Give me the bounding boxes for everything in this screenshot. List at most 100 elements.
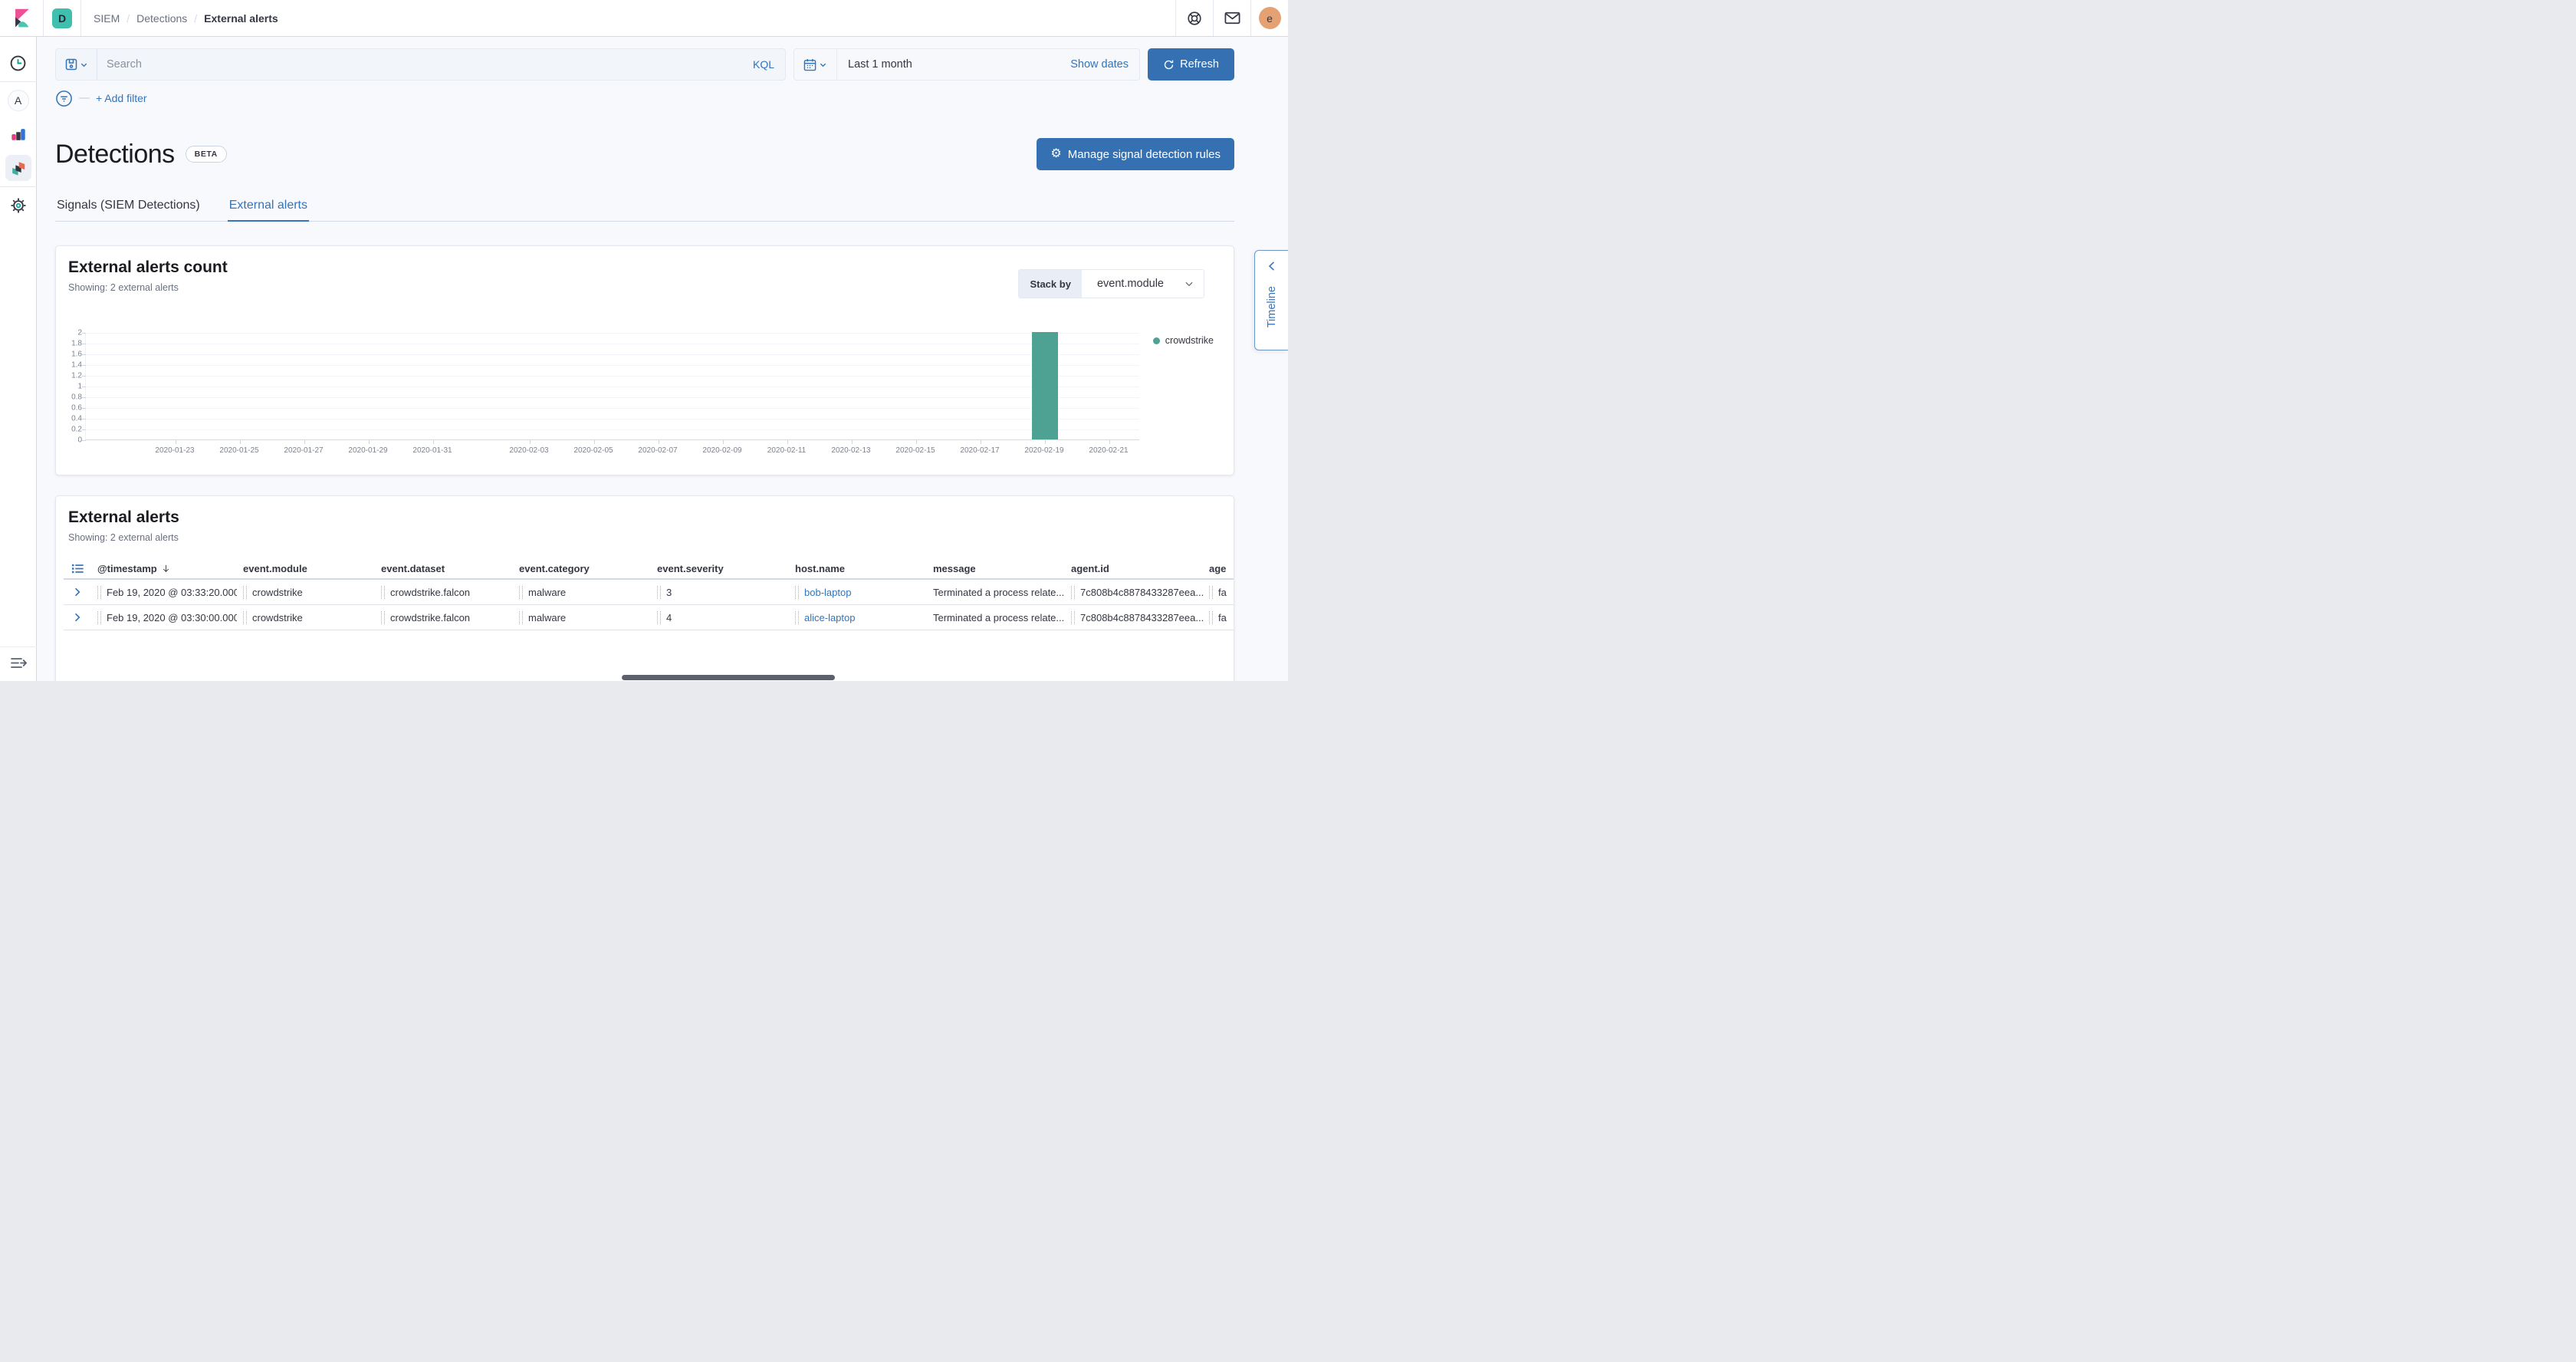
column-header-timestamp[interactable]: @timestamp xyxy=(91,563,237,574)
cell-value: fa xyxy=(1218,612,1227,623)
x-axis-tick xyxy=(916,440,917,444)
cell-event-severity: 4 xyxy=(651,611,789,624)
menu-arrow-icon xyxy=(9,656,28,671)
host-name-link[interactable]: bob-laptop xyxy=(804,587,851,598)
x-axis-label-2020-01-27: 2020-01-27 xyxy=(284,446,323,455)
show-dates-button[interactable]: Show dates xyxy=(1060,58,1139,71)
search-box: KQL xyxy=(55,48,786,81)
timeline-flyout-button[interactable]: Timeline xyxy=(1254,250,1288,350)
drag-handle[interactable] xyxy=(97,586,101,599)
column-header-host-name[interactable]: host.name xyxy=(789,563,927,574)
x-axis-label-2020-02-19: 2020-02-19 xyxy=(1024,446,1063,455)
column-header-age[interactable]: age xyxy=(1203,563,1234,574)
stack-by-select[interactable]: event.module xyxy=(1082,270,1204,298)
chevron-down-icon xyxy=(819,61,827,69)
y-axis-label-1.2: 1.2 xyxy=(59,372,82,380)
chevron-right-icon xyxy=(71,586,84,598)
help-button[interactable] xyxy=(1176,0,1213,36)
column-header-agent-id[interactable]: agent.id xyxy=(1065,563,1203,574)
filter-circle-icon[interactable] xyxy=(55,90,73,107)
drag-handle[interactable] xyxy=(243,611,247,624)
chevron-down-icon xyxy=(80,61,88,69)
chart-bar-crowdstrike[interactable] xyxy=(1032,332,1058,439)
external-alerts-count-panel: External alerts count Showing: 2 externa… xyxy=(55,245,1234,475)
drag-handle[interactable] xyxy=(795,586,799,599)
drag-handle[interactable] xyxy=(1071,586,1075,599)
gridline xyxy=(86,397,1139,398)
tab-signals[interactable]: Signals (SIEM Detections) xyxy=(55,192,202,221)
main-content: KQL Last 1 month Show dates R xyxy=(37,37,1288,681)
x-axis-label-2020-02-13: 2020-02-13 xyxy=(831,446,870,455)
refresh-button[interactable]: Refresh xyxy=(1148,48,1234,81)
drag-handle[interactable] xyxy=(97,611,101,624)
add-filter-button[interactable]: + Add filter xyxy=(96,92,147,104)
cell-value: Feb 19, 2020 @ 03:30:00.000 xyxy=(107,612,237,623)
nav-app-visualize[interactable] xyxy=(0,117,37,151)
drag-handle[interactable] xyxy=(1209,611,1213,624)
gridline xyxy=(86,408,1139,409)
y-axis-label-0.6: 0.6 xyxy=(59,404,82,413)
expand-row-button[interactable] xyxy=(64,580,91,604)
siem-selected-background xyxy=(5,155,31,181)
y-axis-label-0: 0 xyxy=(59,436,82,445)
events-table: @timestampevent.moduleevent.datasetevent… xyxy=(64,558,1234,630)
cell-value: 4 xyxy=(666,612,672,623)
host-name-link[interactable]: alice-laptop xyxy=(804,612,856,623)
kibana-logo[interactable] xyxy=(0,0,43,36)
kibana-siem-app: D SIEM/Detections/External alerts e xyxy=(0,0,1288,681)
drag-handle[interactable] xyxy=(243,586,247,599)
bar-chart-app-icon xyxy=(10,126,27,143)
column-header-event-category[interactable]: event.category xyxy=(513,563,651,574)
chevron-down-icon xyxy=(1184,278,1194,289)
manage-rules-button[interactable]: ⚙ Manage signal detection rules xyxy=(1037,138,1234,170)
kibana-logo-icon xyxy=(12,8,32,28)
nav-divider xyxy=(0,186,37,187)
cell-event-category: malware xyxy=(513,611,651,624)
cell-age: fa xyxy=(1203,586,1234,599)
drag-handle[interactable] xyxy=(1209,586,1213,599)
chevron-right-icon xyxy=(71,611,84,623)
expand-row-button[interactable] xyxy=(64,605,91,630)
newsfeed-button[interactable] xyxy=(1214,0,1250,36)
x-axis-label-2020-01-29: 2020-01-29 xyxy=(348,446,387,455)
nav-collapse-button[interactable] xyxy=(0,653,37,673)
legend-item-crowdstrike[interactable]: crowdstrike xyxy=(1153,335,1214,346)
drag-handle[interactable] xyxy=(1071,611,1075,624)
cell-value: Terminated a process relate... xyxy=(933,587,1064,598)
recently-viewed-button[interactable] xyxy=(0,46,37,80)
breadcrumb-detections[interactable]: Detections xyxy=(136,12,187,25)
drag-handle[interactable] xyxy=(381,586,385,599)
drag-handle[interactable] xyxy=(657,611,661,624)
column-header-event-severity[interactable]: event.severity xyxy=(651,563,789,574)
list-icon[interactable] xyxy=(71,562,84,575)
cell-message: Terminated a process relate... xyxy=(927,587,1065,598)
drag-handle[interactable] xyxy=(657,586,661,599)
x-axis-label-2020-02-21: 2020-02-21 xyxy=(1089,446,1128,455)
drag-handle[interactable] xyxy=(519,611,523,624)
nav-app-management[interactable] xyxy=(0,189,37,222)
chart-plot-area xyxy=(85,333,1139,440)
kql-syntax-button[interactable]: KQL xyxy=(742,58,785,71)
breadcrumb-siem[interactable]: SIEM xyxy=(94,12,120,25)
x-axis-tick xyxy=(723,440,724,444)
column-header-message[interactable]: message xyxy=(927,563,1065,574)
saved-query-menu-button[interactable] xyxy=(56,49,97,80)
y-axis-label-0.8: 0.8 xyxy=(59,393,82,402)
nav-app-a[interactable]: A xyxy=(0,84,37,117)
drag-handle[interactable] xyxy=(381,611,385,624)
column-header-event-module[interactable]: event.module xyxy=(237,563,375,574)
space-selector[interactable]: D xyxy=(44,0,80,36)
user-menu-button[interactable]: e xyxy=(1251,0,1288,36)
column-header-event-dataset[interactable]: event.dataset xyxy=(375,563,513,574)
drag-handle[interactable] xyxy=(519,586,523,599)
date-quick-menu-button[interactable] xyxy=(794,49,837,80)
app-a-icon: A xyxy=(8,90,29,111)
search-input[interactable] xyxy=(97,49,742,80)
drag-handle[interactable] xyxy=(795,611,799,624)
nav-app-siem[interactable] xyxy=(0,151,37,185)
x-axis-tick xyxy=(369,440,370,444)
tab-external-alerts[interactable]: External alerts xyxy=(228,192,309,221)
cell-timestamp: Feb 19, 2020 @ 03:30:00.000 xyxy=(91,611,237,624)
horizontal-scrollbar-thumb[interactable] xyxy=(622,675,835,680)
date-range-value[interactable]: Last 1 month xyxy=(837,58,1060,71)
